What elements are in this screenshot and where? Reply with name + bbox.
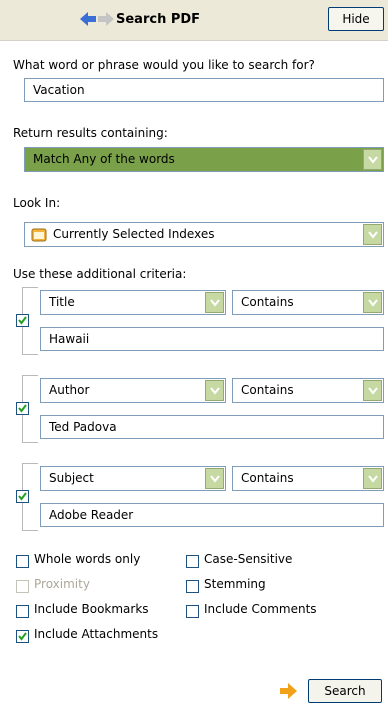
chevron-down-icon[interactable] (363, 224, 382, 245)
whole-words-checkbox[interactable] (16, 555, 29, 568)
include-bookmarks-checkbox[interactable] (16, 605, 29, 618)
criteria-field-dropdown[interactable]: Title (40, 290, 226, 315)
chevron-down-icon[interactable] (205, 468, 224, 489)
proximity-label: Proximity (34, 577, 90, 591)
criteria-operator-dropdown[interactable]: Contains (232, 378, 384, 403)
chevron-down-icon[interactable] (363, 468, 382, 489)
go-arrow-icon (278, 682, 298, 703)
criteria-operator-dropdown[interactable]: Contains (232, 290, 384, 315)
look-in-value: Currently Selected Indexes (53, 227, 215, 241)
toolbar: Search PDF Hide (0, 0, 388, 41)
return-results-label: Return results containing: (13, 126, 168, 140)
forward-arrow-icon[interactable] (97, 11, 115, 27)
look-in-label: Look In: (13, 196, 61, 210)
criteria-value-input[interactable]: Adobe Reader (40, 503, 384, 527)
query-label: What word or phrase would you like to se… (13, 58, 315, 72)
chevron-down-icon[interactable] (363, 292, 382, 313)
criteria-checkbox-subject[interactable] (16, 490, 29, 503)
stemming-checkbox[interactable] (186, 580, 199, 593)
include-bookmarks-label: Include Bookmarks (34, 602, 149, 616)
chevron-down-icon[interactable] (363, 380, 382, 401)
look-in-dropdown[interactable]: Currently Selected Indexes (24, 222, 384, 247)
hide-button[interactable]: Hide (328, 7, 384, 31)
match-mode-value: Match Any of the words (33, 152, 175, 166)
include-comments-label: Include Comments (204, 602, 317, 616)
chevron-down-icon[interactable] (205, 380, 224, 401)
criteria-label: Use these additional criteria: (13, 267, 187, 281)
criteria-field-dropdown[interactable]: Author (40, 378, 226, 403)
search-button[interactable]: Search (308, 679, 382, 703)
criteria-checkbox-title[interactable] (16, 314, 29, 327)
criteria-operator-dropdown[interactable]: Contains (232, 466, 384, 491)
match-mode-dropdown[interactable]: Match Any of the words (24, 147, 384, 172)
index-folder-icon (31, 227, 47, 251)
criteria-field-dropdown[interactable]: Subject (40, 466, 226, 491)
criteria-value-input[interactable]: Ted Padova (40, 415, 384, 439)
include-comments-checkbox[interactable] (186, 605, 199, 618)
proximity-checkbox (16, 580, 29, 593)
criteria-checkbox-author[interactable] (16, 402, 29, 415)
include-attachments-label: Include Attachments (34, 627, 159, 641)
include-attachments-checkbox[interactable] (16, 630, 29, 643)
criteria-value-input[interactable]: Hawaii (40, 327, 384, 351)
stemming-label: Stemming (204, 577, 266, 591)
chevron-down-icon[interactable] (205, 292, 224, 313)
panel-title: Search PDF (116, 12, 201, 27)
chevron-down-icon[interactable] (363, 149, 382, 170)
back-arrow-icon[interactable] (79, 11, 97, 27)
whole-words-label: Whole words only (34, 552, 141, 566)
case-sensitive-checkbox[interactable] (186, 555, 199, 568)
search-input[interactable]: Vacation (24, 78, 384, 102)
case-sensitive-label: Case-Sensitive (204, 552, 293, 566)
